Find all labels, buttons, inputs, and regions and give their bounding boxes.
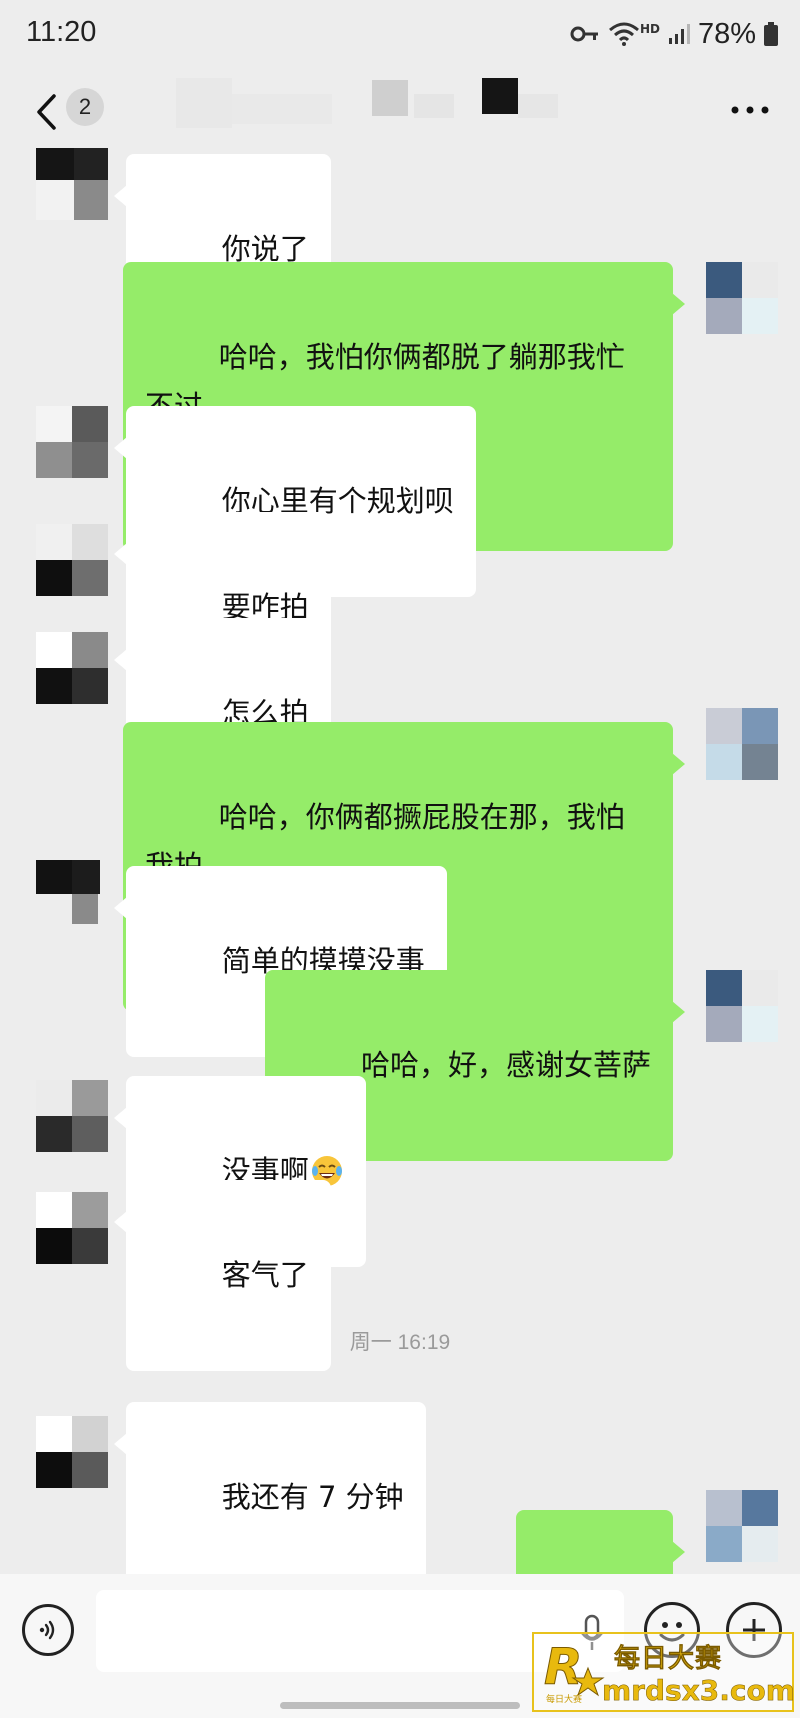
my-avatar[interactable] xyxy=(706,262,778,334)
battery-percent: 78% xyxy=(697,17,756,50)
contact-avatar[interactable] xyxy=(36,406,108,478)
contact-avatar[interactable] xyxy=(36,632,108,704)
unread-count-badge: 2 xyxy=(66,88,104,126)
contact-avatar[interactable] xyxy=(36,148,108,220)
contact-avatar[interactable] xyxy=(36,524,108,596)
contact-avatar[interactable] xyxy=(36,1416,108,1488)
message-list[interactable]: 你说了 哈哈，我怕你俩都脱了躺那我忙不过 来 xyxy=(0,0,800,1701)
timestamp-divider: 周一 16:19 xyxy=(349,1331,451,1354)
watermark: R 每日大赛 每日大赛 mrdsx3.com xyxy=(532,1632,795,1712)
message-text: 客气了 xyxy=(221,1258,309,1292)
contact-name-redacted xyxy=(176,78,558,128)
watermark-url: mrdsx3.com xyxy=(602,1674,795,1708)
chevron-left-icon xyxy=(37,94,56,130)
message-text: 我还有 7 分钟 xyxy=(221,1480,404,1514)
hd-label: HD xyxy=(639,22,660,36)
home-indicator[interactable] xyxy=(280,1702,520,1709)
voice-icon xyxy=(39,1620,55,1640)
status-icons: HD 78% xyxy=(570,14,778,54)
key-icon xyxy=(570,26,598,42)
message-text: 你说了 xyxy=(221,232,309,266)
watermark-logo-letter: R xyxy=(544,1638,583,1696)
contact-avatar[interactable] xyxy=(36,1192,108,1264)
incoming-bubble[interactable]: 我还有 7 分钟 xyxy=(114,1402,426,1593)
my-avatar[interactable] xyxy=(706,1490,778,1562)
watermark-logo-caption: 每日大赛 xyxy=(546,1693,582,1705)
signal-icon xyxy=(668,24,690,44)
contact-avatar[interactable] xyxy=(36,1080,108,1152)
battery-icon xyxy=(764,22,778,46)
status-bar: 11:20 HD 78% xyxy=(0,0,800,72)
chat-screen: 你说了 哈哈，我怕你俩都脱了躺那我忙不过 来 xyxy=(0,0,800,1718)
message-text: 哈哈，好，感谢女菩萨 xyxy=(360,1048,651,1082)
back-button[interactable] xyxy=(26,82,66,142)
watermark-logo: R 每日大赛 xyxy=(544,1638,605,1705)
more-options-button[interactable] xyxy=(722,88,778,132)
contact-avatar[interactable] xyxy=(36,860,108,932)
more-dots-icon xyxy=(731,106,769,114)
voice-mode-button[interactable] xyxy=(22,1604,74,1656)
watermark-title: 每日大赛 xyxy=(614,1644,723,1675)
my-avatar[interactable] xyxy=(706,970,778,1042)
chat-header: 2 xyxy=(0,72,800,154)
my-avatar[interactable] xyxy=(706,708,778,780)
wifi-icon xyxy=(608,22,639,46)
status-time: 11:20 xyxy=(26,16,97,48)
